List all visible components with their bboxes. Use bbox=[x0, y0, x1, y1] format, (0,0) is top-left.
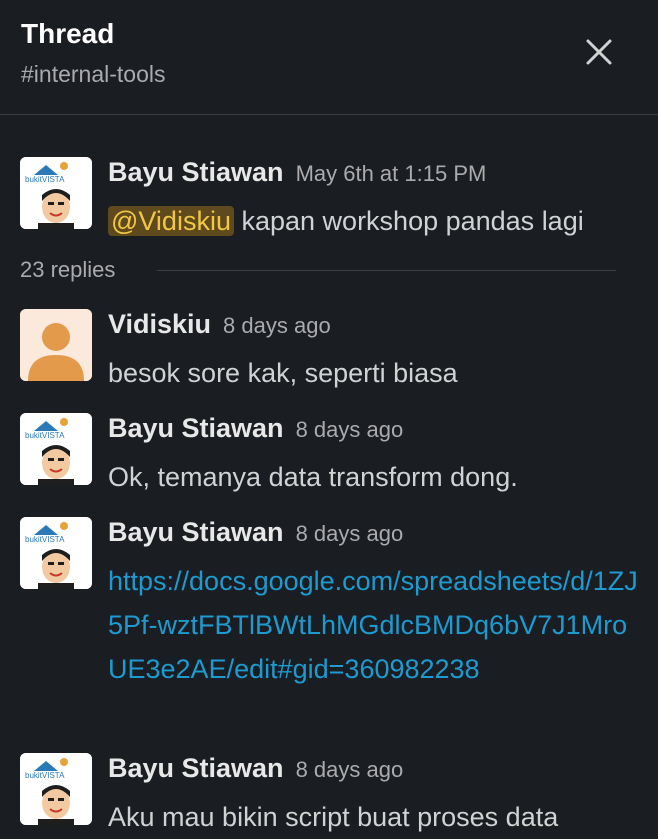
replies-divider: 23 replies bbox=[20, 257, 616, 285]
message-header: Bayu Stiawan May 6th at 1:15 PM bbox=[108, 157, 486, 188]
message-content: kapan workshop pandas lagi bbox=[241, 206, 584, 236]
avatar[interactable]: bukitVISTA bbox=[20, 157, 92, 229]
close-icon bbox=[586, 39, 612, 65]
author-name[interactable]: Vidiskiu bbox=[108, 309, 211, 339]
spreadsheet-link[interactable]: https://docs.google.com/spreadsheets/d/1… bbox=[108, 566, 638, 684]
avatar[interactable] bbox=[20, 309, 92, 381]
timestamp[interactable]: 8 days ago bbox=[296, 757, 404, 782]
avatar-logo-text: bukitVISTA bbox=[25, 431, 65, 440]
message-text: Aku mau bikin script buat proses data bbox=[108, 802, 559, 832]
author-name[interactable]: Bayu Stiawan bbox=[108, 753, 284, 783]
bayu-avatar-image: bukitVISTA bbox=[20, 413, 92, 485]
author-name[interactable]: Bayu Stiawan bbox=[108, 157, 284, 187]
author-name[interactable]: Bayu Stiawan bbox=[108, 517, 284, 547]
message-text: besok sore kak, seperti biasa bbox=[108, 358, 458, 388]
avatar-logo-text: bukitVISTA bbox=[25, 535, 65, 544]
bayu-avatar-image: bukitVISTA bbox=[20, 517, 92, 589]
user-mention[interactable]: @Vidiskiu bbox=[108, 206, 234, 236]
bayu-avatar-image: bukitVISTA bbox=[20, 753, 92, 825]
message-text: https://docs.google.com/spreadsheets/d/1… bbox=[108, 559, 638, 691]
avatar-logo-text: bukitVISTA bbox=[25, 175, 65, 184]
avatar[interactable]: bukitVISTA bbox=[20, 517, 92, 589]
channel-name[interactable]: #internal-tools bbox=[21, 61, 165, 88]
bayu-avatar-image: bukitVISTA bbox=[20, 157, 92, 229]
message-text: @Vidiskiu kapan workshop pandas lagi bbox=[108, 199, 638, 243]
message-header: Bayu Stiawan 8 days ago bbox=[108, 413, 403, 444]
avatar-logo-text: bukitVISTA bbox=[25, 771, 65, 780]
timestamp[interactable]: 8 days ago bbox=[296, 521, 404, 546]
timestamp[interactable]: 8 days ago bbox=[296, 417, 404, 442]
divider-line bbox=[157, 270, 616, 271]
thread-title: Thread bbox=[21, 18, 115, 49]
message-header: Bayu Stiawan 8 days ago bbox=[108, 753, 403, 784]
thread-header: Thread #internal-tools bbox=[0, 0, 658, 115]
avatar[interactable]: bukitVISTA bbox=[20, 413, 92, 485]
timestamp[interactable]: 8 days ago bbox=[223, 313, 331, 338]
timestamp[interactable]: May 6th at 1:15 PM bbox=[296, 161, 487, 186]
message-header: Bayu Stiawan 8 days ago bbox=[108, 517, 403, 548]
replies-count: 23 replies bbox=[20, 257, 116, 282]
close-button[interactable] bbox=[576, 29, 622, 75]
message-header: Vidiskiu 8 days ago bbox=[108, 309, 331, 340]
author-name[interactable]: Bayu Stiawan bbox=[108, 413, 284, 443]
default-user-avatar-icon bbox=[20, 309, 92, 381]
message-text: Ok, temanya data transform dong. bbox=[108, 462, 518, 492]
avatar[interactable]: bukitVISTA bbox=[20, 753, 92, 825]
